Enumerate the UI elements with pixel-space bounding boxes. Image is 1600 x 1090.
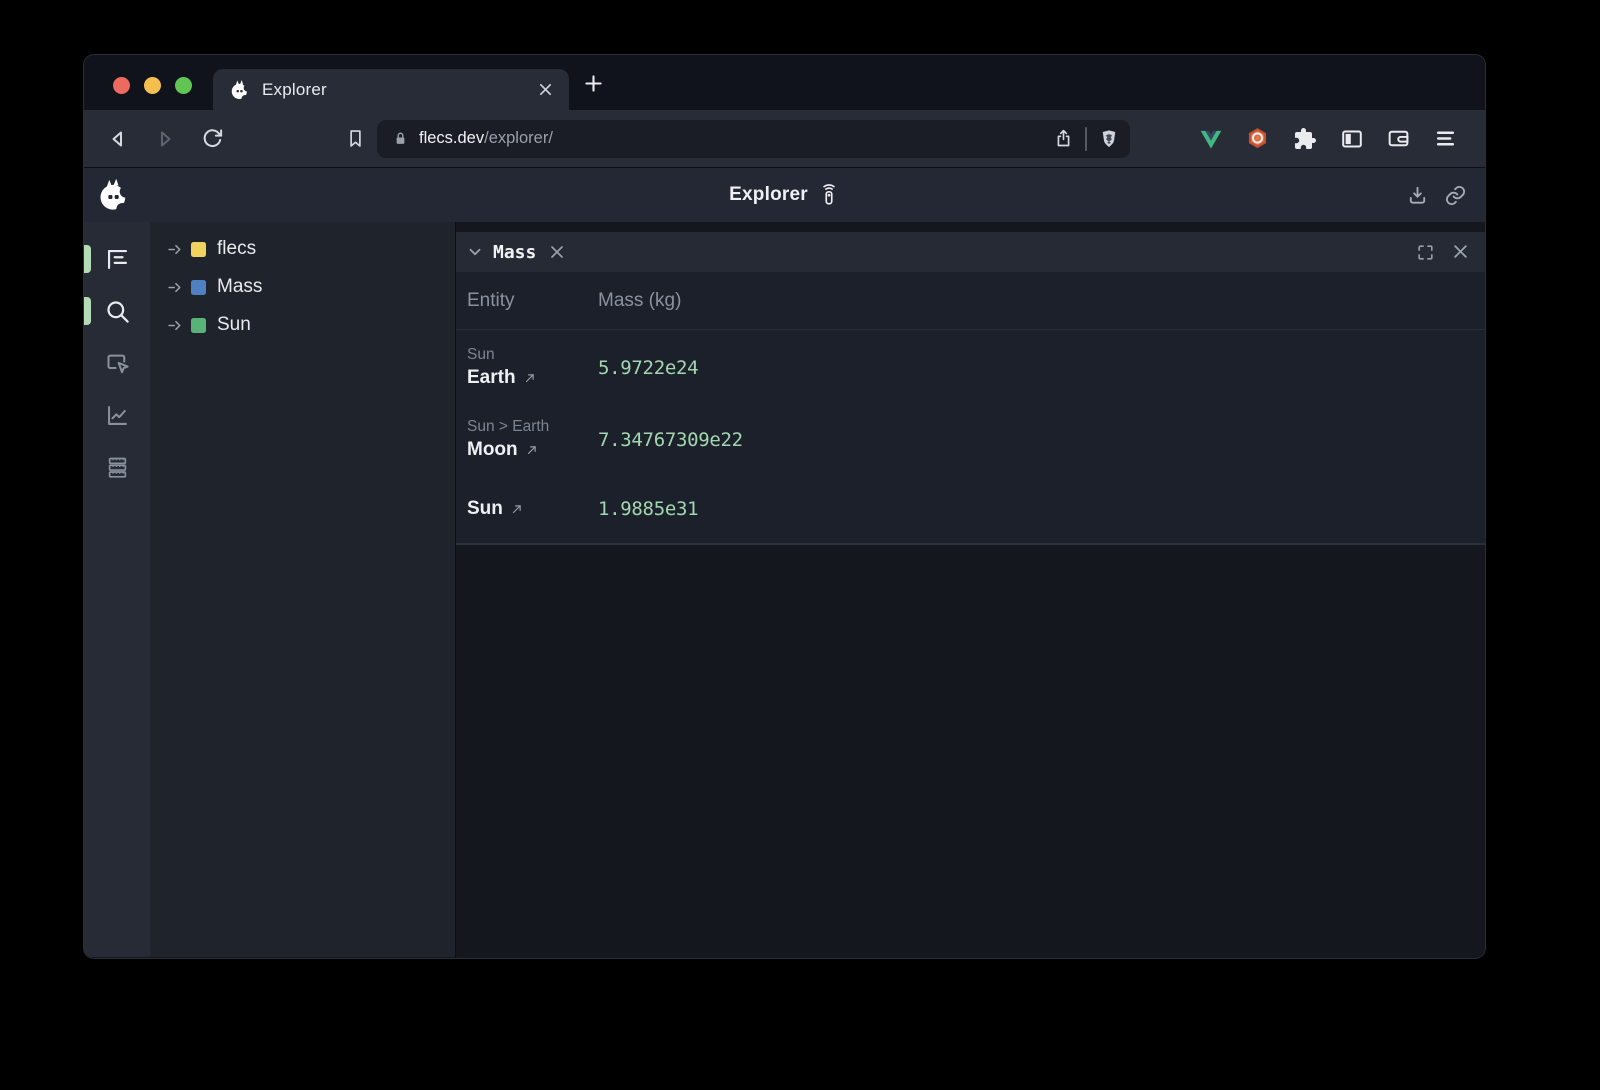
panel-close-icon[interactable] (1452, 243, 1469, 262)
expand-arrow-icon[interactable] (167, 317, 184, 334)
traffic-lights (113, 77, 192, 94)
puzzle-icon[interactable] (1288, 122, 1321, 155)
tree-item-label: flecs (217, 238, 256, 260)
new-tab-button[interactable] (584, 74, 603, 93)
browser-titlebar: Explorer (84, 55, 1485, 110)
column-header-mass: Mass (kg) (598, 290, 681, 312)
tree-item-flecs[interactable]: flecs (150, 230, 455, 268)
brave-shield-icon[interactable] (1098, 128, 1120, 150)
table-row: Sun Earth 5.9722e24 (456, 330, 1485, 405)
column-header-entity: Entity (467, 290, 598, 312)
tree-item-sun[interactable]: Sun (150, 306, 455, 344)
query-panel-area: Mass (455, 222, 1485, 957)
menu-icon[interactable] (1429, 122, 1462, 155)
left-icon-bar (84, 222, 150, 957)
browser-window: Explorer (84, 55, 1485, 958)
mass-value: 1.9885e31 (598, 498, 698, 520)
browser-tab-explorer[interactable]: Explorer (213, 69, 569, 110)
app-header: Explorer (84, 167, 1485, 222)
tree-item-label: Sun (217, 314, 251, 336)
external-link-icon[interactable] (525, 443, 539, 457)
entity-color-swatch (191, 242, 206, 257)
inspect-icon[interactable] (102, 348, 132, 378)
header-actions (1406, 184, 1467, 207)
query-close-icon[interactable] (549, 244, 565, 260)
download-icon[interactable] (1406, 184, 1429, 207)
flecs-logo-icon (96, 177, 132, 213)
table-row: Sun > Earth Moon 7.34767309e22 (456, 405, 1485, 475)
search-icon[interactable] (102, 296, 132, 326)
expand-arrow-icon[interactable] (167, 241, 184, 258)
address-bar[interactable]: flecs.dev/explorer/ (377, 120, 1130, 158)
active-panel-indicator (84, 245, 91, 273)
chevron-down-icon[interactable] (466, 243, 484, 261)
tree-item-label: Mass (217, 276, 262, 298)
link-icon[interactable] (1444, 184, 1467, 207)
tree-item-mass[interactable]: Mass (150, 268, 455, 306)
tab-title: Explorer (262, 80, 538, 100)
query-panel-header: Mass (456, 232, 1485, 272)
external-link-icon[interactable] (523, 371, 537, 385)
fullscreen-icon[interactable] (1416, 243, 1435, 262)
external-link-icon[interactable] (510, 502, 524, 516)
expand-arrow-icon[interactable] (167, 279, 184, 296)
mass-value: 7.34767309e22 (598, 429, 743, 451)
flecs-favicon-icon (229, 79, 251, 101)
extensions-area (1194, 122, 1462, 155)
minimize-window-button[interactable] (144, 77, 161, 94)
entity-link[interactable]: Earth (467, 365, 516, 391)
lock-icon (392, 130, 409, 147)
url-text: flecs.dev/explorer/ (419, 129, 1053, 148)
hexagon-extension-icon[interactable] (1241, 122, 1274, 155)
content-area: flecs Mass Sun Mas (84, 222, 1485, 957)
active-panel-indicator (84, 297, 91, 325)
tab-close-icon[interactable] (538, 82, 553, 97)
browser-toolbar: flecs.dev/explorer/ (84, 110, 1485, 167)
table-row: Sun 1.9885e31 (456, 475, 1485, 543)
entity-parent-path: Sun (467, 345, 598, 365)
query-results-table: Entity Mass (kg) Sun Earth 5.9722e24 (456, 272, 1485, 545)
remote-connection-icon (818, 184, 840, 206)
share-icon[interactable] (1053, 128, 1074, 149)
mass-value: 5.9722e24 (598, 357, 698, 379)
entity-link[interactable]: Sun (467, 496, 503, 522)
forward-button[interactable] (147, 121, 183, 157)
tree-view-icon[interactable] (102, 244, 132, 274)
entity-link[interactable]: Moon (467, 437, 518, 463)
divider (1085, 127, 1087, 151)
vue-devtools-icon[interactable] (1194, 122, 1227, 155)
entity-tree-panel: flecs Mass Sun (150, 222, 455, 957)
bookmark-icon[interactable] (337, 121, 373, 157)
back-button[interactable] (100, 121, 136, 157)
table-header-row: Entity Mass (kg) (456, 272, 1485, 330)
close-window-button[interactable] (113, 77, 130, 94)
empty-canvas (456, 545, 1485, 957)
maximize-window-button[interactable] (175, 77, 192, 94)
reload-button[interactable] (194, 121, 230, 157)
data-rows-icon[interactable] (102, 452, 132, 482)
url-domain: flecs.dev (419, 129, 484, 147)
side-panel-icon[interactable] (1335, 122, 1368, 155)
entity-parent-path: Sun > Earth (467, 417, 598, 437)
entity-color-swatch (191, 280, 206, 295)
wallet-icon[interactable] (1382, 122, 1415, 155)
chart-icon[interactable] (102, 400, 132, 430)
query-title: Mass (493, 242, 536, 263)
page-title: Explorer (729, 184, 808, 206)
entity-color-swatch (191, 318, 206, 333)
url-path: /explorer/ (484, 129, 553, 147)
